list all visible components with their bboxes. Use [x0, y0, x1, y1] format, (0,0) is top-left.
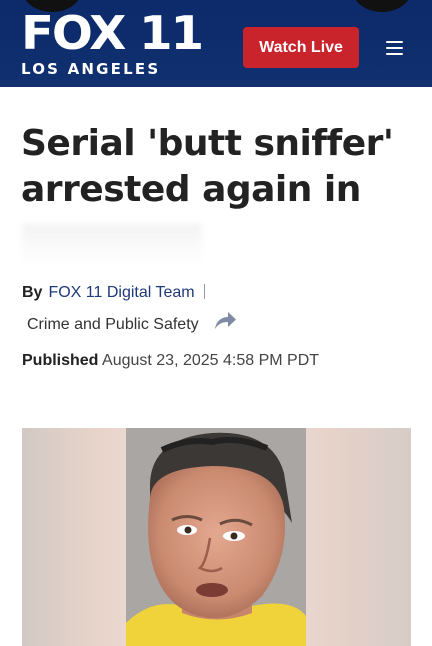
site-header: FOX 11 LOS ANGELES Watch Live	[0, 0, 432, 87]
published-date: August 23, 2025 4:58 PM PDT	[102, 352, 320, 369]
author-link[interactable]: FOX 11 Digital Team	[48, 284, 194, 301]
article-photo[interactable]	[22, 428, 411, 646]
published-label: Published	[22, 352, 99, 369]
headline-obscured-region	[22, 224, 202, 264]
overlay-button-right	[352, 0, 412, 12]
category-link[interactable]: Crime and Public Safety	[27, 316, 199, 334]
article-headline: Serial 'butt sniffer' arrested again in	[21, 123, 394, 210]
byline-prefix: By	[22, 284, 43, 301]
hamburger-menu-icon[interactable]	[386, 41, 403, 55]
logo-main-text: FOX 11	[21, 6, 204, 60]
logo-sub-text: LOS ANGELES	[21, 60, 161, 78]
share-arrow-icon[interactable]	[212, 310, 238, 332]
fox11-logo[interactable]: FOX 11 LOS ANGELES	[21, 10, 204, 78]
byline: By FOX 11 Digital Team	[22, 284, 205, 302]
published-line: Published August 23, 2025 4:58 PM PDT	[22, 352, 319, 370]
watch-live-button[interactable]: Watch Live	[243, 27, 359, 68]
byline-divider	[203, 284, 205, 299]
